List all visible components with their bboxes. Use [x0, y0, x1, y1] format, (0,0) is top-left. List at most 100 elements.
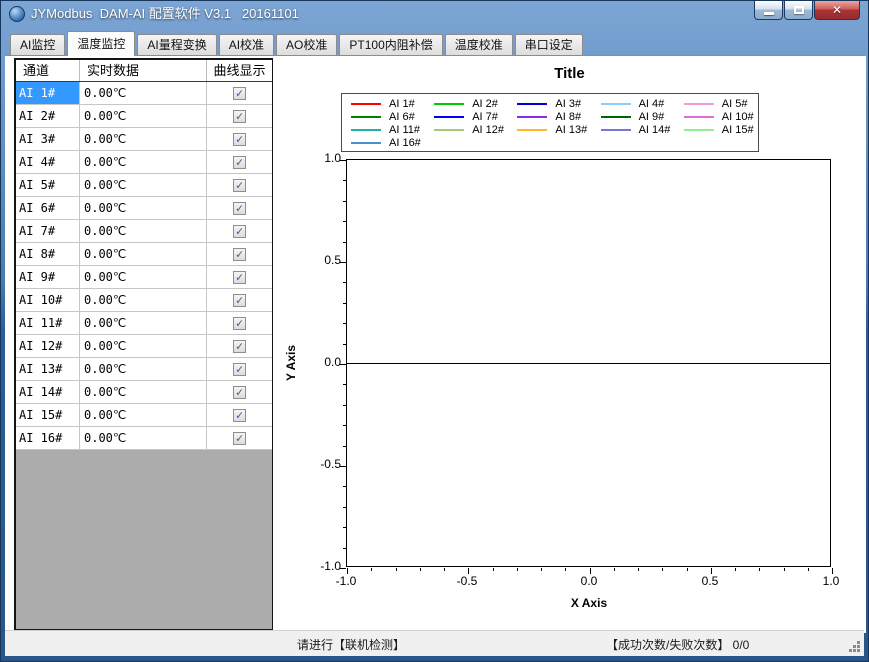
- curve-display-checkbox[interactable]: ✓: [233, 248, 246, 261]
- curve-checkbox-cell: ✓: [207, 151, 272, 173]
- table-row[interactable]: AI 12#0.00℃✓: [16, 335, 272, 358]
- legend-label: AI 12#: [472, 124, 504, 136]
- channel-cell[interactable]: AI 10#: [16, 289, 80, 311]
- curve-display-checkbox[interactable]: ✓: [233, 363, 246, 376]
- table-row[interactable]: AI 1#0.00℃ ✓: [16, 82, 272, 105]
- curve-display-checkbox[interactable]: ✓: [233, 386, 246, 399]
- table-row[interactable]: AI 16#0.00℃ ✓: [16, 427, 272, 450]
- channel-cell[interactable]: AI 4#: [16, 151, 80, 173]
- channel-cell[interactable]: AI 3#: [16, 128, 80, 150]
- curve-checkbox-cell: ✓: [207, 197, 272, 219]
- realtime-value-cell: 0.00℃: [80, 381, 207, 403]
- channel-cell[interactable]: AI 8#: [16, 243, 80, 265]
- tab-3[interactable]: AI量程变换: [137, 34, 216, 55]
- curve-display-checkbox[interactable]: ✓: [233, 432, 246, 445]
- realtime-value-cell: 0.00℃: [80, 174, 207, 196]
- realtime-value-cell: 0.00℃: [80, 243, 207, 265]
- legend-line-swatch: [351, 116, 381, 118]
- curve-display-checkbox[interactable]: ✓: [233, 409, 246, 422]
- legend-line-swatch: [601, 129, 631, 131]
- table-row[interactable]: AI 9#0.00℃✓: [16, 266, 272, 289]
- realtime-value-cell: 0.00℃: [80, 427, 207, 449]
- realtime-value-cell: 0.00℃: [80, 312, 207, 334]
- table-row[interactable]: AI 7#0.00℃✓: [16, 220, 272, 243]
- curve-display-checkbox[interactable]: ✓: [233, 225, 246, 238]
- curve-checkbox-cell: ✓: [207, 174, 272, 196]
- channel-cell[interactable]: AI 12#: [16, 335, 80, 357]
- curve-display-checkbox[interactable]: ✓: [233, 179, 246, 192]
- curve-display-checkbox[interactable]: ✓: [233, 294, 246, 307]
- curve-display-checkbox[interactable]: ✓: [233, 87, 246, 100]
- close-button[interactable]: ✕: [814, 1, 860, 20]
- legend-label: AI 3#: [555, 98, 581, 110]
- table-row[interactable]: AI 10#0.00℃✓: [16, 289, 272, 312]
- channel-cell[interactable]: AI 11#: [16, 312, 80, 334]
- table-row[interactable]: AI 15#0.00℃✓: [16, 404, 272, 427]
- curve-checkbox-cell: ✓: [207, 220, 272, 242]
- plot-area: [346, 159, 831, 567]
- table-row[interactable]: AI 13#0.00℃✓: [16, 358, 272, 381]
- tab-5[interactable]: AO校准: [276, 34, 337, 55]
- curve-checkbox-cell: ✓: [207, 82, 272, 104]
- channel-cell[interactable]: AI 15#: [16, 404, 80, 426]
- channel-cell[interactable]: AI 7#: [16, 220, 80, 242]
- tab-4[interactable]: AI校准: [219, 34, 274, 55]
- curve-checkbox-cell: ✓: [207, 128, 272, 150]
- tab-7[interactable]: 温度校准: [445, 34, 513, 55]
- channel-cell[interactable]: AI 16#: [16, 427, 80, 449]
- table-row[interactable]: AI 8#0.00℃ ✓: [16, 243, 272, 266]
- legend-item: AI 14#: [592, 123, 675, 136]
- channel-cell[interactable]: AI 5#: [16, 174, 80, 196]
- channel-cell[interactable]: AI 14#: [16, 381, 80, 403]
- y-tick-label: -1.0: [299, 559, 341, 573]
- channel-cell[interactable]: AI 6#: [16, 197, 80, 219]
- table-row[interactable]: AI 6#0.00℃✓: [16, 197, 272, 220]
- curve-display-checkbox[interactable]: ✓: [233, 317, 246, 330]
- legend-item: AI 16#: [342, 136, 425, 149]
- curve-display-checkbox[interactable]: ✓: [233, 202, 246, 215]
- legend-line-swatch: [601, 116, 631, 118]
- maximize-button[interactable]: [784, 1, 813, 20]
- table-row[interactable]: AI 4#0.00℃✓: [16, 151, 272, 174]
- x-axis-label: X Axis: [346, 596, 832, 610]
- channel-cell[interactable]: AI 1#: [16, 82, 80, 104]
- legend-line-swatch: [684, 129, 714, 131]
- table-row[interactable]: AI 2#0.00℃✓: [16, 105, 272, 128]
- status-bar: 请进行【联机检测】 【成功次数/失败次数】 0/0: [5, 630, 864, 656]
- channel-cell[interactable]: AI 13#: [16, 358, 80, 380]
- curve-checkbox-cell: ✓: [207, 266, 272, 288]
- curve-display-checkbox[interactable]: ✓: [233, 156, 246, 169]
- channel-cell[interactable]: AI 2#: [16, 105, 80, 127]
- tab-6[interactable]: PT100内阻补偿: [339, 34, 442, 55]
- table-row[interactable]: AI 14#0.00℃ ✓: [16, 381, 272, 404]
- y-axis-label: Y Axis: [284, 313, 300, 413]
- realtime-value-cell: 0.00℃: [80, 82, 207, 104]
- legend-line-swatch: [434, 129, 464, 131]
- title-bar[interactable]: JYModbus DAM-AI 配置软件 V3.1 20161101 ✕: [1, 1, 868, 28]
- minimize-button[interactable]: [754, 1, 783, 20]
- tab-bar: AI监控温度监控AI量程变换AI校准AO校准PT100内阻补偿温度校准串口设定: [5, 30, 864, 55]
- x-tick-label: -1.0: [336, 574, 357, 588]
- legend-item: AI 4#: [592, 97, 675, 110]
- tab-1[interactable]: AI监控: [10, 34, 65, 55]
- curve-display-checkbox[interactable]: ✓: [233, 110, 246, 123]
- channel-cell[interactable]: AI 9#: [16, 266, 80, 288]
- table-row[interactable]: AI 3#0.00℃✓: [16, 128, 272, 151]
- curve-checkbox-cell: ✓: [207, 335, 272, 357]
- legend-item: AI 1#: [342, 97, 425, 110]
- curve-display-checkbox[interactable]: ✓: [233, 340, 246, 353]
- maximize-icon: [794, 6, 804, 14]
- legend-label: AI 1#: [389, 98, 415, 110]
- legend-item: AI 3#: [508, 97, 591, 110]
- legend-item: AI 5#: [675, 97, 758, 110]
- legend-line-swatch: [351, 142, 381, 144]
- resize-grip-icon[interactable]: [857, 649, 860, 652]
- curve-checkbox-cell: ✓: [207, 312, 272, 334]
- tab-8[interactable]: 串口设定: [515, 34, 583, 55]
- curve-display-checkbox[interactable]: ✓: [233, 271, 246, 284]
- tab-2[interactable]: 温度监控: [67, 31, 135, 56]
- curve-display-checkbox[interactable]: ✓: [233, 133, 246, 146]
- table-row[interactable]: AI 11#0.00℃ ✓: [16, 312, 272, 335]
- legend-label: AI 15#: [722, 124, 754, 136]
- table-row[interactable]: AI 5#0.00℃ ✓: [16, 174, 272, 197]
